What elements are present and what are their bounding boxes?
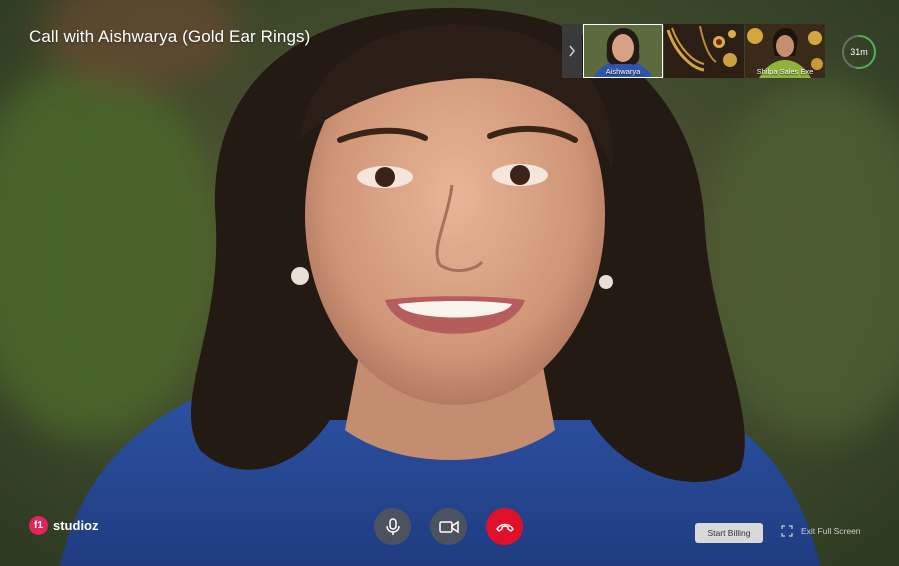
- chevron-right-icon: [569, 45, 575, 57]
- participant-strip: Aishwarya Shilpa Sales Exe: [562, 24, 825, 78]
- timer-label: 31m: [850, 47, 868, 57]
- brand-logo: f1 studioz: [29, 516, 99, 535]
- start-billing-button[interactable]: Start Billing: [695, 523, 763, 543]
- video-camera-icon: [438, 520, 459, 533]
- video-stage: Call with Aishwarya (Gold Ear Rings) Ais…: [0, 0, 899, 566]
- exit-fullscreen-icon: [781, 525, 793, 537]
- brand-badge: f1: [29, 516, 48, 535]
- participant-thumbnail-aishwarya[interactable]: Aishwarya: [583, 24, 663, 78]
- phone-hangup-icon: [495, 523, 514, 532]
- call-timer: 31m: [841, 34, 877, 70]
- participant-label: Shilpa Sales Exe: [756, 67, 814, 76]
- participant-thumbnail-product[interactable]: [664, 24, 744, 78]
- brand-name: studioz: [53, 518, 99, 533]
- product-jewellery-image: [664, 24, 744, 78]
- call-title: Call with Aishwarya (Gold Ear Rings): [29, 27, 311, 46]
- strip-toggle-button[interactable]: [562, 24, 582, 78]
- main-video-feed: [60, 7, 820, 566]
- toggle-camera-button[interactable]: [430, 508, 467, 545]
- end-call-button[interactable]: [486, 508, 523, 545]
- participant-thumbnail-shilpa[interactable]: Shilpa Sales Exe: [745, 24, 825, 78]
- exit-fullscreen-label: Exit Full Screen: [801, 526, 861, 536]
- participant-label: Aishwarya: [605, 67, 641, 76]
- exit-fullscreen-button[interactable]: Exit Full Screen: [781, 525, 861, 537]
- mute-microphone-button[interactable]: [374, 508, 411, 545]
- microphone-icon: [385, 517, 400, 535]
